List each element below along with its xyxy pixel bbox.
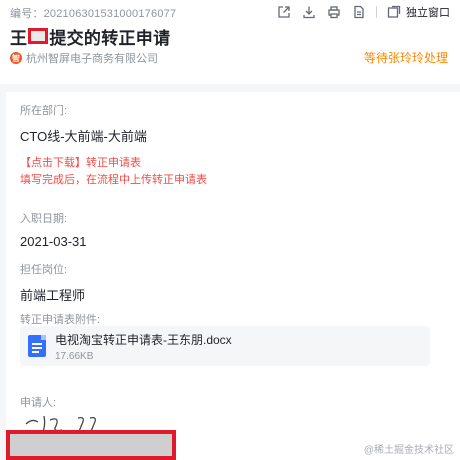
document-icon[interactable] [351, 4, 367, 20]
applicant-label: 申请人: [20, 397, 57, 409]
position-field: 担任岗位: 前端工程师 [20, 261, 85, 304]
download-link[interactable]: 【点击下载】转正申请表 [20, 155, 207, 172]
toolbar: 独立窗口 [276, 4, 450, 20]
share-icon[interactable] [276, 4, 292, 20]
standalone-window-button[interactable]: 独立窗口 [386, 4, 450, 20]
position-label: 担任岗位: [20, 264, 68, 276]
department-label: 所在部门: [20, 105, 68, 117]
attachment-card[interactable]: 电视淘宝转正申请表-王东朋.docx 17.66KB [20, 326, 430, 366]
hire-date-label: 入职日期: [20, 213, 68, 225]
applicant-field: 申请人: [20, 394, 56, 410]
standalone-window-label: 独立窗口 [406, 7, 450, 19]
redaction-box-bottom [6, 430, 176, 460]
hire-date-value: 2021-03-31 [20, 234, 87, 249]
serial-number: 编号：202106301531000176077 [10, 8, 177, 20]
pending-status[interactable]: 等待张玲玲处理 [364, 49, 448, 66]
word-document-icon [28, 335, 46, 357]
download-instruction: 填写完成后，在流程中上传转正申请表 [20, 174, 207, 186]
title-prefix: 王 [10, 28, 28, 48]
attachment-file-size: 17.66KB [55, 350, 94, 362]
attachment-field: 转正申请表附件: [20, 311, 100, 327]
title-suffix: 提交的转正申请 [49, 28, 171, 48]
company-row: 智 杭州智屏电子商务有限公司 [10, 50, 158, 66]
hire-date-field: 入职日期: 2021-03-31 [20, 210, 87, 249]
watermark: @稀土掘金技术社区 [363, 445, 454, 456]
company-name: 杭州智屏电子商务有限公司 [26, 53, 158, 65]
print-icon[interactable] [326, 4, 342, 20]
page-title: 王 提交的转正申请 [10, 24, 170, 48]
position-value: 前端工程师 [20, 288, 86, 303]
company-logo-icon: 智 [10, 52, 22, 64]
department-field: 所在部门: CTO线-大前端-大前端 [20, 102, 147, 145]
attachment-file-name: 电视淘宝转正申请表-王东朋.docx [55, 332, 232, 347]
top-bar: 编号：202106301531000176077 独立窗口 [0, 0, 460, 24]
attachment-label: 转正申请表附件: [20, 314, 101, 326]
department-value: CTO线-大前端-大前端 [20, 129, 147, 144]
toolbar-divider [376, 6, 377, 18]
download-icon[interactable] [301, 4, 317, 20]
redaction-box [28, 28, 49, 44]
window-icon [386, 4, 402, 20]
download-note: 【点击下载】转正申请表 填写完成后，在流程中上传转正申请表 [20, 155, 207, 189]
